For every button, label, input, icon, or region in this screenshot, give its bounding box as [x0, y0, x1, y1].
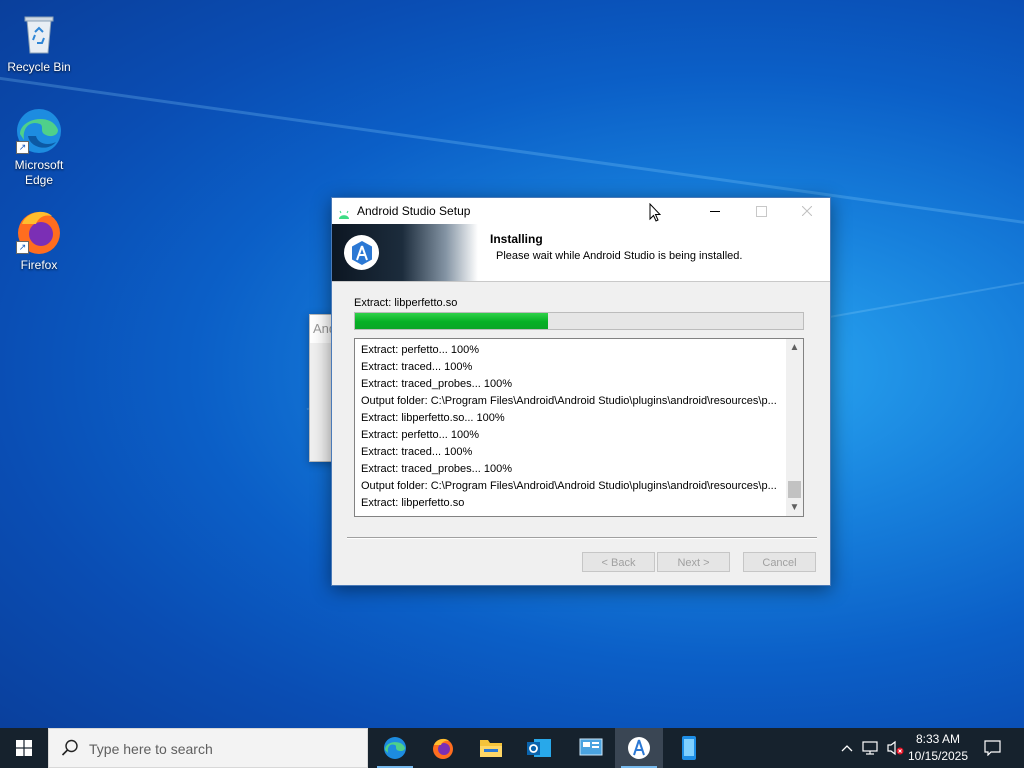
start-button[interactable] — [0, 728, 48, 768]
desktop-icon-label: Firefox — [20, 258, 58, 272]
next-button[interactable]: Next > — [657, 552, 730, 572]
taskbar-android-studio-setup[interactable] — [615, 728, 663, 768]
phone-icon — [682, 736, 696, 760]
desktop-icon-label: Recycle Bin — [7, 60, 71, 74]
status-text: Extract: libperfetto.so — [354, 297, 458, 309]
taskbar-edge[interactable] — [371, 728, 419, 768]
taskbar-file-explorer[interactable] — [467, 728, 515, 768]
chevron-up-icon — [841, 745, 853, 752]
file-explorer-icon — [480, 740, 502, 757]
log-line: Extract: traced_probes... 100% — [361, 463, 513, 475]
title-bar[interactable]: Android Studio Setup — [332, 198, 830, 224]
taskbar-outlook[interactable] — [515, 728, 563, 768]
log-line: Extract: libperfetto.so — [361, 497, 465, 509]
cancel-button[interactable]: Cancel — [743, 552, 816, 572]
android-studio-logo-icon — [344, 235, 379, 270]
recycle-bin-icon — [14, 8, 64, 58]
firefox-icon: ↗ — [14, 206, 64, 256]
android-studio-setup-icon — [628, 737, 650, 759]
close-icon — [802, 206, 812, 216]
outlook-icon — [527, 739, 551, 757]
install-log[interactable]: Extract: perfetto... 100% Extract: trace… — [354, 338, 804, 517]
network-icon — [862, 741, 878, 755]
clock-time: 8:33 AM — [915, 732, 961, 746]
desktop-icon-microsoft-edge[interactable]: ↗ Microsoft Edge — [1, 106, 77, 188]
scrollbar-thumb[interactable] — [788, 481, 801, 498]
notification-icon — [983, 740, 1001, 756]
firefox-icon — [433, 738, 453, 759]
log-scrollbar[interactable]: ▲ ▼ — [786, 339, 803, 516]
taskbar-search-box[interactable]: Type here to search — [48, 728, 368, 768]
edge-icon: ↗ — [14, 106, 64, 156]
network-status[interactable] — [860, 728, 882, 768]
close-button[interactable] — [784, 198, 830, 224]
install-progress-bar — [354, 312, 804, 330]
back-button[interactable]: < Back — [582, 552, 655, 572]
control-panel-icon — [579, 738, 603, 756]
minimize-icon — [710, 210, 720, 212]
notifications-button[interactable] — [978, 728, 1006, 768]
window-title: Android Studio Setup — [357, 204, 471, 218]
log-line: Extract: libperfetto.so... 100% — [361, 412, 505, 424]
header-subtitle: Please wait while Android Studio is bein… — [496, 250, 743, 262]
taskbar: Type here to search 8:33 AM 10/15/2025 — [0, 728, 1024, 768]
system-clock[interactable]: 8:33 AM 10/15/2025 — [902, 731, 974, 765]
button-divider — [347, 537, 817, 539]
clock-date: 10/15/2025 — [907, 749, 969, 763]
installer-header: Installing Please wait while Android Stu… — [332, 224, 830, 282]
taskbar-firefox[interactable] — [419, 728, 467, 768]
search-placeholder: Type here to search — [89, 741, 213, 757]
log-line: Output folder: C:\Program Files\Android\… — [361, 395, 777, 407]
desktop-icon-recycle-bin[interactable]: Recycle Bin — [1, 8, 77, 75]
edge-icon — [384, 737, 406, 759]
taskbar-phone-app[interactable] — [665, 728, 713, 768]
desktop-icon-firefox[interactable]: ↗ Firefox — [1, 206, 77, 273]
scroll-up-icon[interactable]: ▲ — [786, 339, 803, 356]
log-line: Output folder: C:\Program Files\Android\… — [361, 480, 777, 492]
android-icon — [338, 206, 350, 219]
taskbar-control-panel[interactable] — [567, 728, 615, 768]
log-line: Extract: traced... 100% — [361, 361, 473, 373]
log-line: Extract: traced_probes... 100% — [361, 378, 513, 390]
mouse-cursor-icon — [649, 202, 662, 227]
log-line: Extract: perfetto... 100% — [361, 429, 480, 441]
header-banner — [332, 224, 478, 281]
search-icon — [61, 739, 78, 756]
header-title: Installing — [490, 232, 543, 246]
maximize-icon — [755, 205, 767, 217]
scroll-down-icon[interactable]: ▼ — [786, 499, 803, 516]
progress-fill — [355, 313, 548, 329]
show-hidden-icons-button[interactable] — [838, 728, 856, 768]
maximize-button[interactable] — [738, 198, 784, 224]
log-line: Extract: traced... 100% — [361, 446, 473, 458]
shortcut-arrow-icon: ↗ — [16, 141, 29, 154]
windows-logo-icon — [16, 740, 32, 756]
setup-window[interactable]: Android Studio Setup Installing Please w… — [331, 197, 831, 586]
desktop-icon-label: Microsoft Edge — [14, 158, 64, 187]
minimize-button[interactable] — [692, 198, 738, 224]
log-line: Extract: perfetto... 100% — [361, 344, 480, 356]
shortcut-arrow-icon: ↗ — [16, 241, 29, 254]
